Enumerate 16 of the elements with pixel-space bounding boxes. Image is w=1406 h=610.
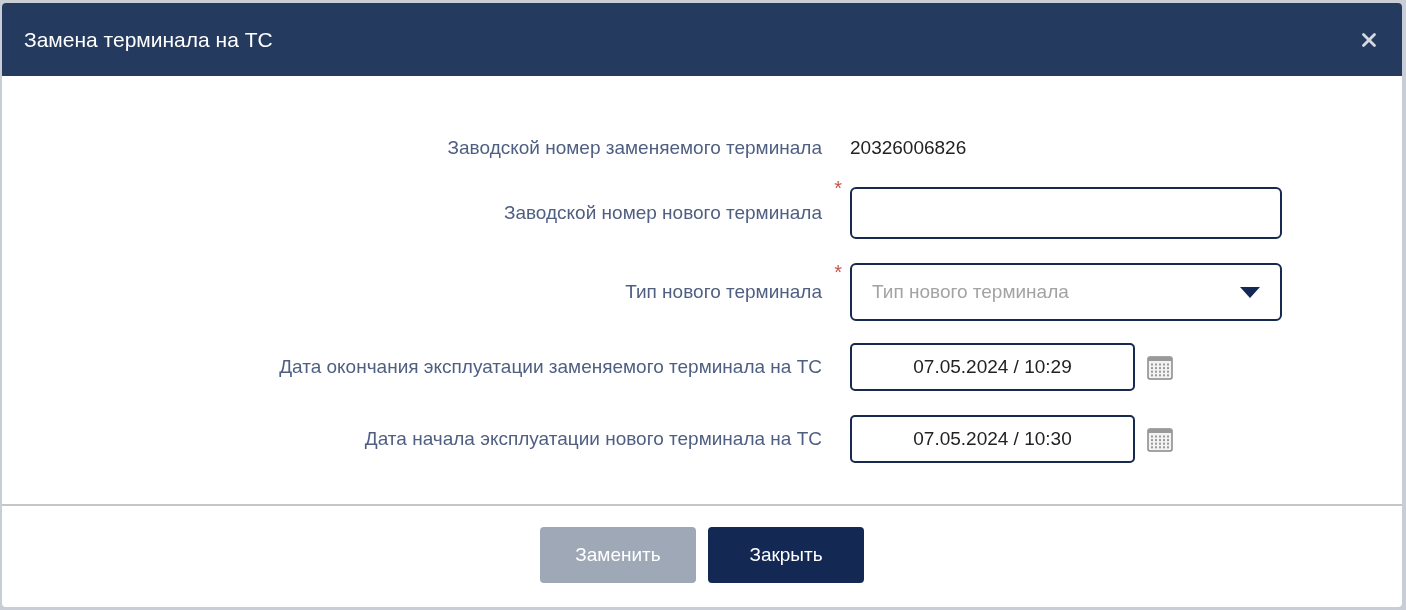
date-field[interactable]: 07.05.2024 / 10:30 [850,415,1135,463]
close-button[interactable]: Закрыть [708,526,864,583]
field-label: Дата окончания эксплуатации заменяемого терминала на ТС [279,356,822,378]
calendar-icon[interactable] [1147,354,1173,380]
field-value: 20326006826 [850,137,967,159]
field-label: Тип нового терминала [625,281,822,303]
calendar-icon[interactable] [1147,426,1173,452]
input-field[interactable] [850,187,1282,239]
dialog-title: Замена терминала на ТС [24,27,273,52]
field-label: Заводской номер заменяемого терминала [447,137,822,159]
required-mark: * [834,261,842,284]
date-field[interactable]: 07.05.2024 / 10:29 [850,343,1135,391]
caret-icon [1240,286,1260,298]
field-label: Заводской номер нового терминала [503,202,822,224]
field-label: Дата начала эксплуатации нового терминала на ТС [364,428,822,450]
required-mark: * [834,177,842,200]
